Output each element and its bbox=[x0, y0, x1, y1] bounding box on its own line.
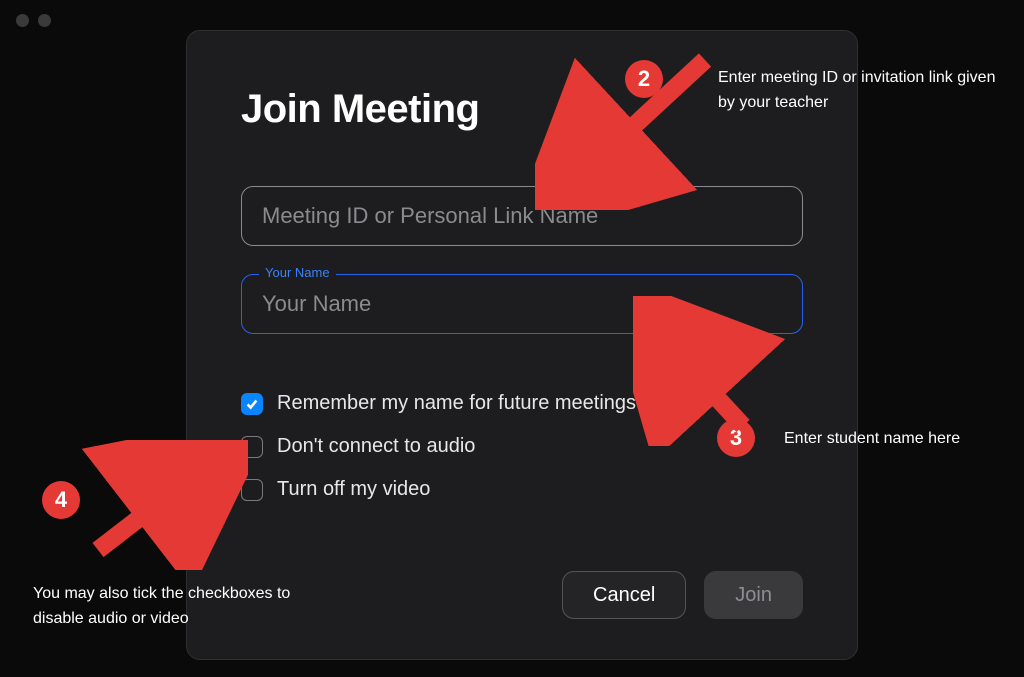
remember-name-checkbox[interactable] bbox=[241, 393, 263, 415]
annotation-arrow-3 bbox=[633, 296, 803, 446]
annotation-arrow-2 bbox=[535, 50, 725, 210]
window-dot bbox=[16, 14, 29, 27]
join-button: Join bbox=[704, 571, 803, 619]
annotation-badge-4: 4 bbox=[42, 481, 80, 519]
no-audio-label: Don't connect to audio bbox=[277, 435, 475, 458]
annotation-text-right: Enter student name here bbox=[784, 427, 960, 452]
annotation-text-top: Enter meeting ID or invitation link give… bbox=[718, 66, 998, 116]
remember-name-label: Remember my name for future meetings bbox=[277, 392, 636, 415]
no-video-label: Turn off my video bbox=[277, 478, 430, 501]
cancel-button[interactable]: Cancel bbox=[562, 571, 686, 619]
annotation-text-left: You may also tick the checkboxes to disa… bbox=[33, 582, 333, 632]
dialog-buttons: Cancel Join bbox=[562, 571, 803, 619]
name-float-label: Your Name bbox=[259, 265, 336, 280]
annotation-arrow-4 bbox=[78, 440, 248, 570]
no-video-row[interactable]: Turn off my video bbox=[241, 478, 803, 501]
window-dot bbox=[38, 14, 51, 27]
window-controls bbox=[16, 14, 51, 27]
